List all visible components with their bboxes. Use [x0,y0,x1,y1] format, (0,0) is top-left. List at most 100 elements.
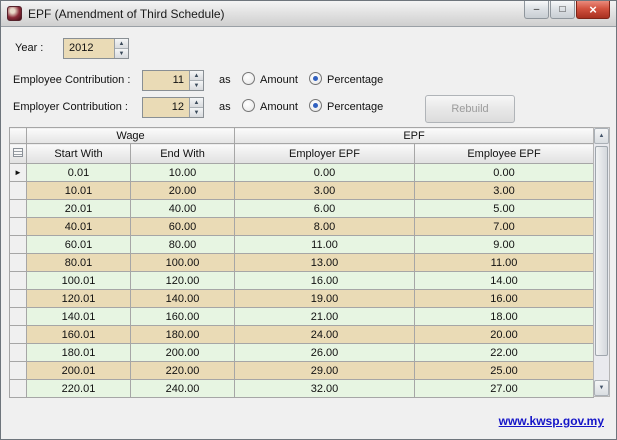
cell[interactable]: 180.00 [129,325,236,344]
cell[interactable]: 100.01 [26,271,131,290]
scrollbar-thumb[interactable] [595,146,608,356]
app-icon[interactable] [7,6,22,21]
row-indicator[interactable] [9,361,27,380]
table-row[interactable]: 120.01 140.00 19.00 16.00 [9,289,595,308]
cell[interactable]: 80.01 [26,253,131,272]
cell[interactable]: 29.00 [234,361,416,380]
employer-contribution-spinner[interactable]: 12 ▲ ▼ [142,97,204,118]
cell[interactable]: 120.01 [26,289,131,308]
table-row[interactable]: 40.01 60.00 8.00 7.00 [9,217,595,236]
table-row[interactable]: 100.01 120.00 16.00 14.00 [9,271,595,290]
cell[interactable]: 16.00 [414,289,595,308]
row-indicator[interactable] [9,325,27,344]
cell[interactable]: 18.00 [414,307,595,326]
table-row[interactable]: 200.01 220.00 29.00 25.00 [9,361,595,380]
employer-amount-radio[interactable] [242,99,255,112]
row-indicator[interactable] [9,235,27,254]
cell[interactable]: 100.00 [129,253,236,272]
cell[interactable]: 32.00 [234,379,416,398]
row-indicator[interactable] [9,253,27,272]
employer-spin-up-icon[interactable]: ▲ [190,98,203,108]
cell[interactable]: 40.00 [129,199,236,218]
year-value[interactable]: 2012 [64,39,114,58]
minimize-button[interactable]: – [524,1,549,19]
scroll-up-icon[interactable]: ▲ [594,128,609,144]
scrollbar-track[interactable] [594,144,609,380]
employer-amount-label[interactable]: Amount [260,101,298,113]
employee-spin-up-icon[interactable]: ▲ [190,71,203,81]
cell[interactable]: 240.00 [129,379,236,398]
year-spinner[interactable]: 2012 ▲ ▼ [63,38,129,59]
rebuild-button[interactable]: Rebuild [425,95,515,123]
cell[interactable]: 16.00 [234,271,416,290]
maximize-button[interactable]: □ [550,1,575,19]
cell[interactable]: 24.00 [234,325,416,344]
cell[interactable]: 6.00 [234,199,416,218]
cell[interactable]: 200.00 [129,343,236,362]
employer-percentage-label[interactable]: Percentage [327,101,383,113]
table-row[interactable]: 60.01 80.00 11.00 9.00 [9,235,595,254]
table-row[interactable]: 160.01 180.00 24.00 20.00 [9,325,595,344]
cell[interactable]: 10.01 [26,181,131,200]
employee-amount-label[interactable]: Amount [260,74,298,86]
cell[interactable]: 200.01 [26,361,131,380]
cell[interactable]: 25.00 [414,361,595,380]
scroll-down-icon[interactable]: ▼ [594,380,609,396]
employee-contribution-value[interactable]: 11 [143,71,189,90]
row-indicator[interactable] [9,181,27,200]
cell[interactable]: 160.01 [26,325,131,344]
cell[interactable]: 220.01 [26,379,131,398]
cell[interactable]: 9.00 [414,235,595,254]
row-indicator[interactable] [9,271,27,290]
kwsp-website-link[interactable]: www.kwsp.gov.my [499,414,604,428]
employee-contribution-spinner[interactable]: 11 ▲ ▼ [142,70,204,91]
cell[interactable]: 40.01 [26,217,131,236]
cell[interactable]: 21.00 [234,307,416,326]
close-button[interactable]: × [576,1,610,19]
cell[interactable]: 3.00 [234,181,416,200]
cell[interactable]: 140.01 [26,307,131,326]
cell[interactable]: 0.01 [26,163,131,182]
cell[interactable]: 14.00 [414,271,595,290]
cell[interactable]: 20.00 [129,181,236,200]
row-indicator[interactable] [9,379,27,398]
cell[interactable]: 27.00 [414,379,595,398]
row-indicator[interactable] [9,217,27,236]
employer-spin-down-icon[interactable]: ▼ [190,108,203,117]
employee-percentage-radio[interactable] [309,72,322,85]
cell[interactable]: 180.01 [26,343,131,362]
row-indicator[interactable]: ► [9,163,27,182]
cell[interactable]: 22.00 [414,343,595,362]
year-spin-down-icon[interactable]: ▼ [115,49,128,58]
table-row[interactable]: 220.01 240.00 32.00 27.00 [9,379,595,398]
row-indicator[interactable] [9,289,27,308]
title-bar[interactable]: EPF (Amendment of Third Schedule) – □ × [1,1,616,27]
cell[interactable]: 60.01 [26,235,131,254]
row-indicator[interactable] [9,199,27,218]
cell[interactable]: 220.00 [129,361,236,380]
cell[interactable]: 13.00 [234,253,416,272]
table-row[interactable]: 10.01 20.00 3.00 3.00 [9,181,595,200]
cell[interactable]: 5.00 [414,199,595,218]
cell[interactable]: 160.00 [129,307,236,326]
year-spin-up-icon[interactable]: ▲ [115,39,128,49]
cell[interactable]: 3.00 [414,181,595,200]
cell[interactable]: 20.01 [26,199,131,218]
employee-percentage-label[interactable]: Percentage [327,74,383,86]
table-row[interactable]: 80.01 100.00 13.00 11.00 [9,253,595,272]
table-row[interactable]: 20.01 40.00 6.00 5.00 [9,199,595,218]
cell[interactable]: 0.00 [414,163,595,182]
cell[interactable]: 26.00 [234,343,416,362]
cell[interactable]: 10.00 [129,163,236,182]
cell[interactable]: 11.00 [234,235,416,254]
row-indicator[interactable] [9,307,27,326]
cell[interactable]: 0.00 [234,163,416,182]
employer-percentage-radio[interactable] [309,99,322,112]
employee-amount-radio[interactable] [242,72,255,85]
row-indicator[interactable] [9,343,27,362]
table-row[interactable]: ► 0.01 10.00 0.00 0.00 [9,163,595,182]
grid-vertical-scrollbar[interactable]: ▲ ▼ [593,127,610,397]
cell[interactable]: 120.00 [129,271,236,290]
employee-spin-down-icon[interactable]: ▼ [190,81,203,90]
cell[interactable]: 80.00 [129,235,236,254]
